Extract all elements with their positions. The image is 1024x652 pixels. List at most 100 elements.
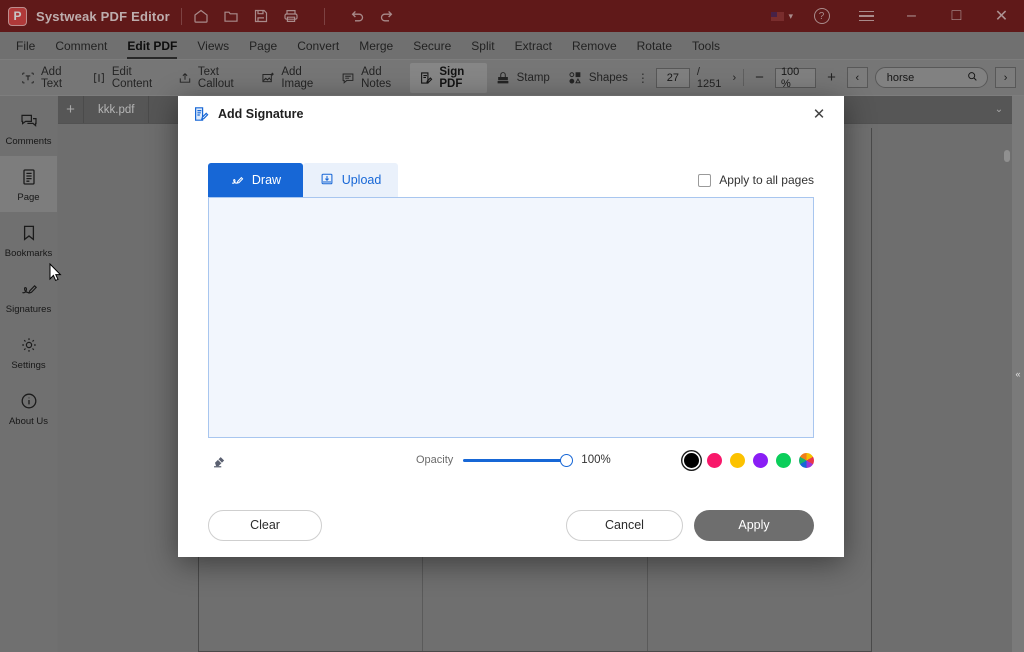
- color-swatch-pink[interactable]: [707, 453, 722, 468]
- sidebar-item-bookmarks[interactable]: Bookmarks: [0, 212, 57, 268]
- menu-item-views[interactable]: Views: [187, 32, 239, 59]
- menu-button[interactable]: [844, 0, 889, 32]
- sidebar-item-about-us[interactable]: About Us: [0, 380, 57, 436]
- menu-item-extract[interactable]: Extract: [505, 32, 562, 59]
- tool-stamp-label: Stamp: [517, 72, 550, 84]
- menu-item-convert[interactable]: Convert: [287, 32, 349, 59]
- more-options-icon[interactable]: ⋮: [637, 72, 649, 84]
- zoom-out-button[interactable]: −: [751, 69, 768, 87]
- sidebar-item-signatures-label: Signatures: [6, 304, 51, 315]
- sidebar-item-comments[interactable]: Comments: [0, 100, 57, 156]
- sign-pdf-icon: [419, 70, 433, 85]
- menu-item-merge[interactable]: Merge: [349, 32, 403, 59]
- menu-item-split[interactable]: Split: [461, 32, 504, 59]
- tool-edit-content-label: Edit Content: [112, 66, 160, 90]
- sidebar-item-bookmarks-label: Bookmarks: [5, 248, 53, 259]
- search-icon: [967, 69, 978, 87]
- search-next-button[interactable]: ›: [995, 67, 1016, 88]
- add-image-icon: [261, 70, 275, 85]
- us-flag-icon: [771, 12, 784, 21]
- tool-add-text[interactable]: Add Text: [12, 63, 83, 93]
- tool-shapes[interactable]: Shapes: [559, 63, 637, 93]
- tool-shapes-label: Shapes: [589, 72, 628, 84]
- signature-document-icon: [192, 106, 209, 123]
- cancel-button[interactable]: Cancel: [566, 510, 683, 541]
- signature-tool-row: Opacity 100%: [208, 438, 814, 482]
- tool-add-text-label: Add Text: [41, 66, 74, 90]
- stamp-icon: [496, 70, 511, 85]
- color-swatch-multicolor[interactable]: [799, 453, 814, 468]
- menu-item-page[interactable]: Page: [239, 32, 287, 59]
- menu-item-rotate[interactable]: Rotate: [627, 32, 682, 59]
- tab-overflow-chevron-icon[interactable]: ⌄: [986, 96, 1012, 123]
- tab-upload[interactable]: Upload: [303, 163, 398, 197]
- page-total-label: / 1251: [697, 66, 726, 90]
- apply-button[interactable]: Apply: [694, 510, 814, 541]
- help-button[interactable]: ?: [799, 0, 844, 32]
- dialog-header: Add Signature ✕: [178, 96, 844, 132]
- minimize-button[interactable]: –: [889, 0, 934, 32]
- tool-edit-content[interactable]: Edit Content: [83, 63, 169, 93]
- mouse-cursor: [49, 263, 62, 287]
- zoom-level-input[interactable]: 100 %: [775, 68, 816, 88]
- zoom-in-button[interactable]: +: [823, 69, 840, 87]
- sidebar-item-page[interactable]: Page: [0, 156, 57, 212]
- tool-stamp[interactable]: Stamp: [487, 63, 559, 93]
- menu-item-tools[interactable]: Tools: [682, 32, 730, 59]
- undo-icon[interactable]: [349, 8, 366, 25]
- tool-text-callout[interactable]: Text Callout: [169, 63, 252, 93]
- opacity-slider[interactable]: [463, 453, 571, 467]
- menu-item-file[interactable]: File: [6, 32, 45, 59]
- tab-draw[interactable]: Draw: [208, 163, 303, 197]
- next-page-chevron-icon[interactable]: ›: [732, 72, 736, 84]
- save-icon[interactable]: [253, 8, 270, 25]
- tool-add-image-label: Add Image: [281, 66, 323, 90]
- upload-image-icon: [320, 172, 334, 189]
- tool-add-image[interactable]: Add Image: [252, 63, 332, 93]
- search-box[interactable]: [875, 67, 989, 88]
- print-icon[interactable]: [283, 8, 300, 25]
- sidebar-item-settings[interactable]: Settings: [0, 324, 57, 380]
- tool-add-notes[interactable]: Add Notes: [332, 63, 410, 93]
- menu-item-remove[interactable]: Remove: [562, 32, 627, 59]
- search-prev-button[interactable]: ‹: [847, 67, 868, 88]
- color-swatch-black[interactable]: [684, 453, 699, 468]
- menu-item-secure[interactable]: Secure: [403, 32, 461, 59]
- add-notes-icon: [341, 70, 355, 85]
- close-icon[interactable]: ✕: [808, 103, 830, 125]
- color-swatch-yellow[interactable]: [730, 453, 745, 468]
- eraser-icon[interactable]: [208, 448, 232, 472]
- page-number-input[interactable]: 27: [656, 68, 690, 88]
- color-swatch-green[interactable]: [776, 453, 791, 468]
- add-signature-dialog: Add Signature ✕ Draw: [178, 96, 844, 557]
- help-icon: ?: [814, 8, 830, 24]
- app-title: Systweak PDF Editor: [36, 9, 170, 24]
- menu-item-edit-pdf[interactable]: Edit PDF: [117, 32, 187, 59]
- home-icon[interactable]: [193, 8, 210, 25]
- collapse-panel-button[interactable]: «: [1012, 96, 1024, 652]
- document-tab[interactable]: kkk.pdf: [84, 96, 149, 123]
- color-swatch-purple[interactable]: [753, 453, 768, 468]
- tab-upload-label: Upload: [342, 173, 382, 187]
- vertical-scrollbar[interactable]: [1004, 150, 1010, 162]
- menu-item-comment[interactable]: Comment: [45, 32, 117, 59]
- apply-to-all-pages-checkbox[interactable]: [698, 174, 711, 187]
- folder-open-icon[interactable]: [223, 8, 240, 25]
- app-logo-icon: P: [8, 7, 27, 26]
- opacity-slider-track: [463, 459, 571, 462]
- close-button[interactable]: ✕: [979, 0, 1024, 32]
- signature-draw-canvas[interactable]: [208, 197, 814, 438]
- language-selector[interactable]: ▾: [765, 11, 799, 22]
- search-input[interactable]: [885, 71, 963, 85]
- apply-to-all-pages-row[interactable]: Apply to all pages: [698, 173, 814, 187]
- new-tab-button[interactable]: +: [58, 96, 84, 123]
- redo-icon[interactable]: [379, 8, 396, 25]
- clear-button[interactable]: Clear: [208, 510, 322, 541]
- maximize-button[interactable]: □: [934, 0, 979, 32]
- apply-to-all-pages-label: Apply to all pages: [719, 173, 814, 187]
- tool-sign-pdf[interactable]: Sign PDF: [410, 63, 486, 93]
- ribbon-right-controls: ⋮ 27 / 1251 › − 100 % + ‹ ›: [637, 66, 1024, 90]
- menu-bar: File Comment Edit PDF Views Page Convert…: [0, 32, 1024, 60]
- title-bar: P Systweak PDF Editor: [0, 0, 1024, 32]
- opacity-slider-knob[interactable]: [560, 454, 573, 467]
